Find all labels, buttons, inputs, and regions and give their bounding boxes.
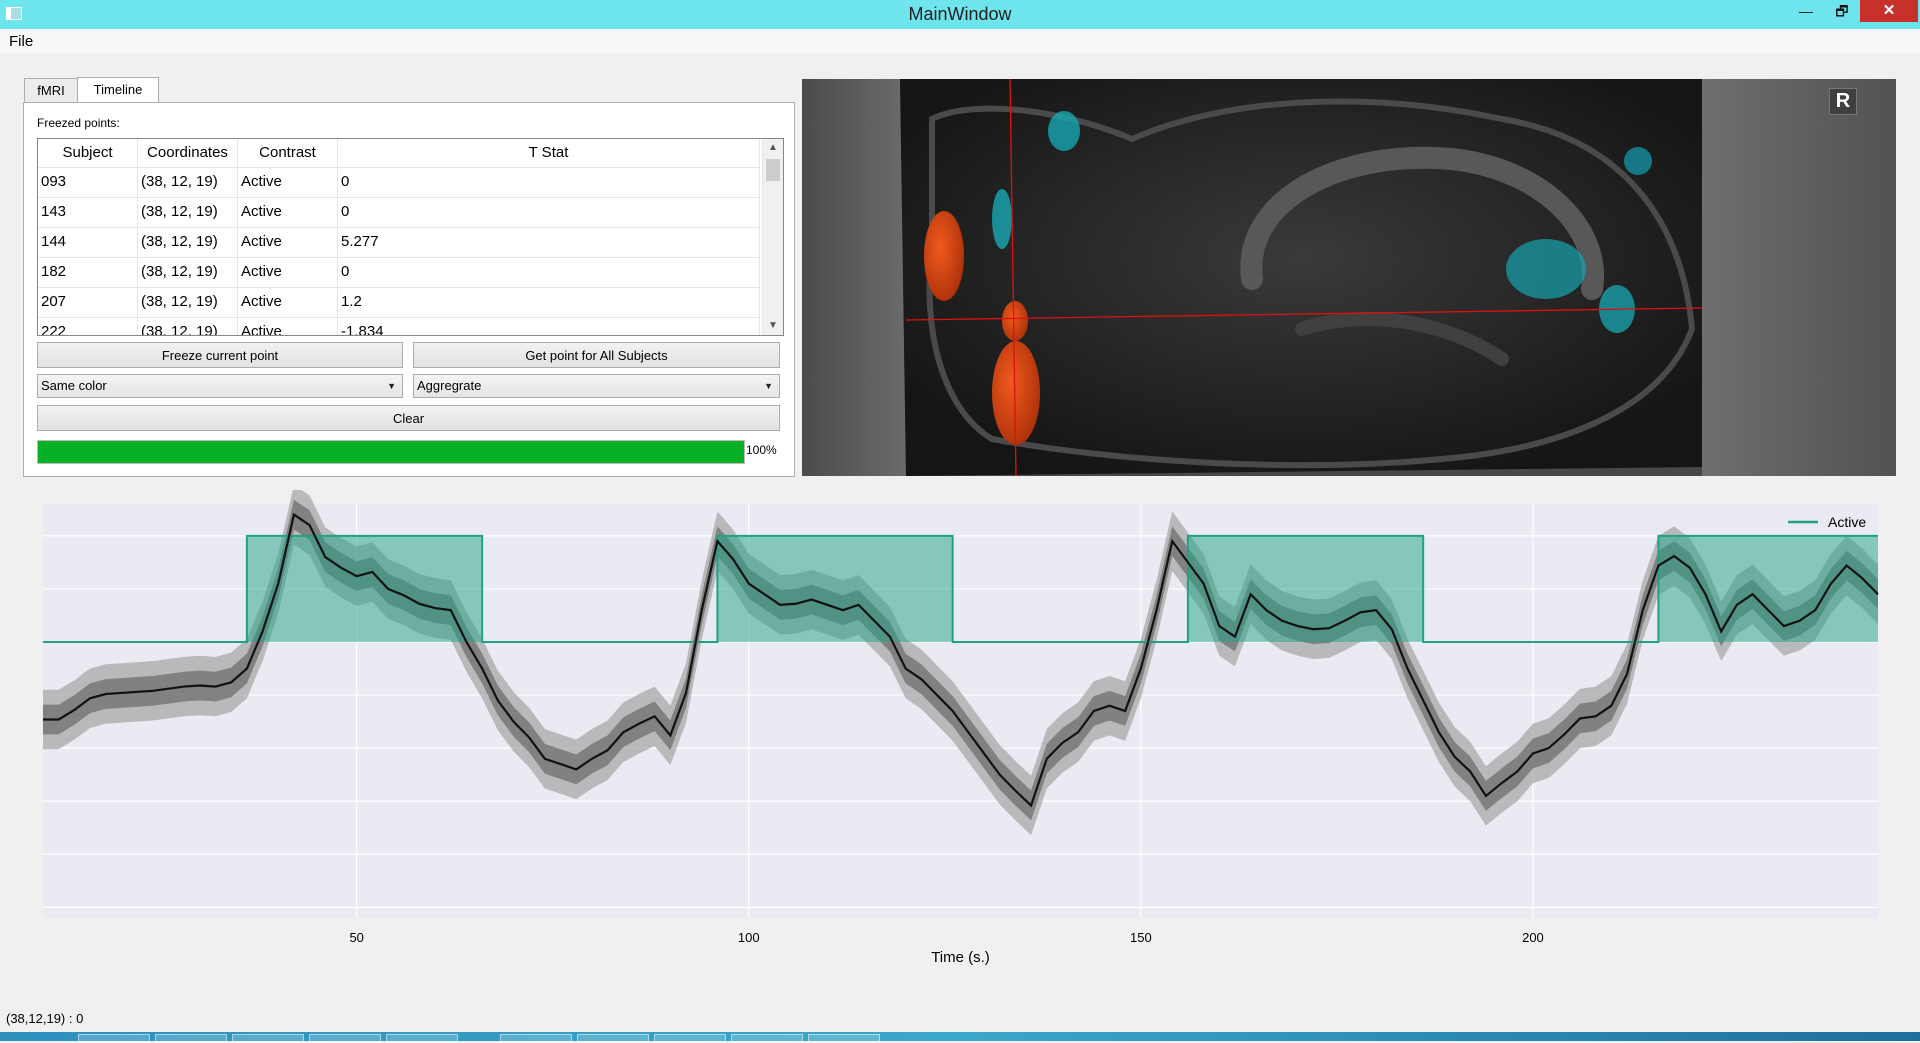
- cell-coordinates: (38, 12, 19): [138, 287, 238, 317]
- viewer-left-wall: [802, 79, 906, 476]
- timeline-panel: Freezed points: Subject Coordinates Cont…: [23, 102, 795, 477]
- x-tick-label: 100: [738, 930, 760, 945]
- aggregate-mode-select[interactable]: Aggregrate ▼: [413, 374, 780, 398]
- table-row[interactable]: 207 (38, 12, 19) Active 1.2: [38, 287, 760, 318]
- color-mode-select[interactable]: Same color ▼: [37, 374, 403, 398]
- cell-coordinates: (38, 12, 19): [138, 257, 238, 287]
- orange-activation-blob: [924, 211, 964, 301]
- cell-contrast: Active: [238, 197, 338, 227]
- chevron-down-icon: ▼: [387, 381, 396, 391]
- minimize-button[interactable]: —: [1790, 0, 1822, 22]
- scroll-up-icon[interactable]: ▲: [763, 139, 783, 157]
- viewer-right-wall: [1702, 79, 1896, 476]
- table-row[interactable]: 144 (38, 12, 19) Active 5.277: [38, 227, 760, 258]
- maximize-button[interactable]: 🗗: [1826, 0, 1858, 22]
- column-header-coordinates[interactable]: Coordinates: [138, 139, 238, 167]
- cyan-activation-blob: [992, 189, 1012, 249]
- taskbar-item[interactable]: [808, 1034, 880, 1043]
- timeline-chart: 50 100 150 200 Time (s.) Active: [43, 490, 1879, 966]
- table-row[interactable]: 143 (38, 12, 19) Active 0: [38, 197, 760, 228]
- x-tick-label: 200: [1522, 930, 1544, 945]
- table-header: Subject Coordinates Contrast T Stat: [38, 139, 760, 168]
- menu-bar: File: [0, 29, 1920, 54]
- cell-coordinates: (38, 12, 19): [138, 167, 238, 197]
- progress-label: 100%: [746, 443, 777, 457]
- orange-activation-blob: [1002, 301, 1028, 341]
- color-mode-value: Same color: [41, 378, 107, 393]
- cell-coordinates: (38, 12, 19): [138, 317, 238, 335]
- reset-view-button[interactable]: R: [1829, 88, 1857, 115]
- progress-fill: [38, 441, 744, 463]
- cell-subject: 182: [38, 257, 138, 287]
- taskbar-item[interactable]: [309, 1034, 381, 1043]
- orange-activation-blob: [992, 341, 1040, 445]
- table-row[interactable]: 093 (38, 12, 19) Active 0: [38, 167, 760, 198]
- cyan-activation-blob: [1048, 111, 1080, 151]
- taskbar-item[interactable]: [500, 1034, 572, 1043]
- window-title: MainWindow: [908, 4, 1012, 24]
- cell-contrast: Active: [238, 287, 338, 317]
- taskbar-item[interactable]: [654, 1034, 726, 1043]
- x-tick-labels: 50 100 150 200: [349, 930, 1543, 945]
- taskbar-item[interactable]: [78, 1034, 150, 1043]
- x-axis-label: Time (s.): [931, 949, 990, 966]
- column-header-contrast[interactable]: Contrast: [238, 139, 338, 167]
- table-scrollbar[interactable]: ▲ ▼: [762, 139, 783, 335]
- cell-coordinates: (38, 12, 19): [138, 197, 238, 227]
- taskbar-item[interactable]: [577, 1034, 649, 1043]
- cell-contrast: Active: [238, 257, 338, 287]
- column-header-t-stat[interactable]: T Stat: [338, 139, 760, 167]
- scrollbar-thumb[interactable]: [766, 159, 780, 181]
- close-button[interactable]: ✕: [1860, 0, 1918, 22]
- legend-label-active: Active: [1828, 514, 1866, 530]
- menu-file[interactable]: File: [9, 33, 33, 50]
- clear-button[interactable]: Clear: [37, 405, 780, 431]
- freeze-current-point-button[interactable]: Freeze current point: [37, 342, 403, 368]
- taskbar-item[interactable]: [232, 1034, 304, 1043]
- cell-t-stat: 0: [338, 167, 760, 197]
- x-tick-label: 50: [349, 930, 363, 945]
- cell-subject: 144: [38, 227, 138, 257]
- cell-subject: 143: [38, 197, 138, 227]
- freezed-points-table[interactable]: Subject Coordinates Contrast T Stat 093 …: [37, 138, 784, 336]
- cell-coordinates: (38, 12, 19): [138, 227, 238, 257]
- cell-t-stat: 1.2: [338, 287, 760, 317]
- get-point-all-subjects-button[interactable]: Get point for All Subjects: [413, 342, 780, 368]
- tab-timeline[interactable]: Timeline: [77, 77, 159, 104]
- scroll-down-icon[interactable]: ▼: [763, 317, 783, 335]
- taskbar-item[interactable]: [386, 1034, 458, 1043]
- cyan-activation-blob: [1506, 239, 1586, 299]
- cell-contrast: Active: [238, 317, 338, 335]
- tab-fmri[interactable]: fMRI: [24, 78, 78, 103]
- title-bar: MainWindow — 🗗 ✕: [0, 0, 1920, 29]
- cell-t-stat: 0: [338, 197, 760, 227]
- brain-3d-viewer[interactable]: [802, 79, 1896, 476]
- cyan-activation-blob: [1624, 147, 1652, 175]
- progress-bar: [37, 440, 745, 464]
- chevron-down-icon: ▼: [764, 381, 773, 391]
- table-row[interactable]: 182 (38, 12, 19) Active 0: [38, 257, 760, 288]
- table-row[interactable]: 222 (38, 12, 19) Active -1.834: [38, 317, 760, 335]
- cell-t-stat: 0: [338, 257, 760, 287]
- column-header-subject[interactable]: Subject: [38, 139, 138, 167]
- cell-contrast: Active: [238, 167, 338, 197]
- aggregate-mode-value: Aggregrate: [417, 378, 482, 393]
- cell-t-stat: -1.834: [338, 317, 760, 335]
- freezed-points-label: Freezed points:: [37, 116, 120, 130]
- cell-subject: 222: [38, 317, 138, 335]
- cell-subject: 207: [38, 287, 138, 317]
- cell-subject: 093: [38, 167, 138, 197]
- taskbar-item[interactable]: [155, 1034, 227, 1043]
- status-text: (38,12,19) : 0: [6, 1011, 84, 1026]
- cell-contrast: Active: [238, 227, 338, 257]
- x-tick-label: 150: [1130, 930, 1152, 945]
- cell-t-stat: 5.277: [338, 227, 760, 257]
- taskbar-item[interactable]: [731, 1034, 803, 1043]
